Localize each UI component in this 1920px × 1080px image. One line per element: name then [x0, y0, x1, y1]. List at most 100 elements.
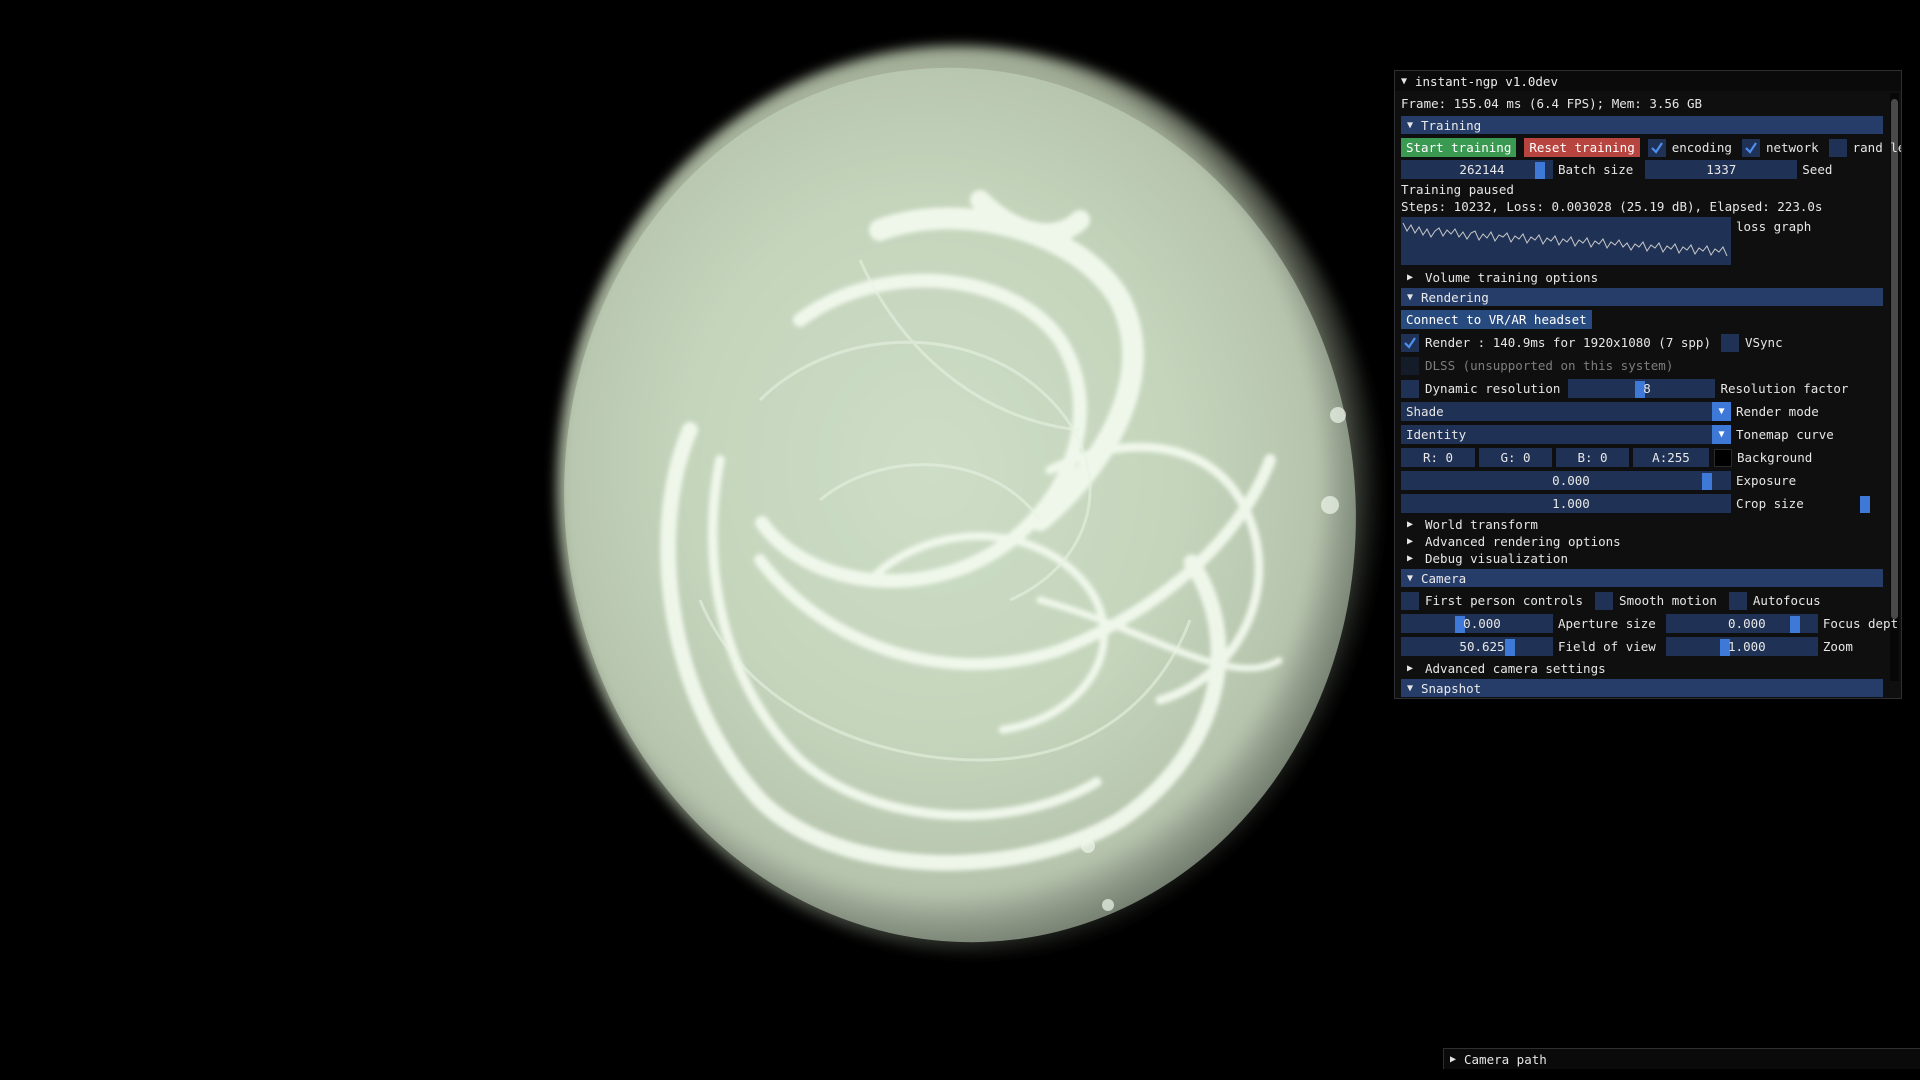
aperture-size-value: 0.000 [1463, 616, 1501, 631]
background-b-input[interactable]: B: 0 [1556, 448, 1629, 467]
zoom-label: Zoom [1822, 639, 1853, 654]
autofocus-checkbox[interactable] [1728, 591, 1747, 610]
background-g-input[interactable]: G: 0 [1479, 448, 1552, 467]
first-person-label: First person controls [1425, 593, 1584, 608]
aperture-size-slider[interactable]: 0.000 [1401, 614, 1553, 633]
check-icon [1745, 141, 1757, 154]
reset-training-button[interactable]: Reset training [1524, 138, 1640, 157]
collapsed-triangle-icon: ▶ [1407, 272, 1414, 283]
connect-vr-button[interactable]: Connect to VR/AR headset [1401, 310, 1592, 329]
debug-visualization-label: Debug visualization [1425, 551, 1568, 566]
volume-training-options-node[interactable]: ▶ Volume training options [1401, 269, 1598, 286]
start-training-button[interactable]: Start training [1401, 138, 1517, 157]
background-g-value: G: 0 [1500, 450, 1531, 465]
background-color-swatch[interactable] [1714, 448, 1732, 467]
training-header[interactable]: ▼ Training [1401, 116, 1883, 134]
camera-path-window[interactable]: ▶ Camera path [1443, 1048, 1920, 1069]
dropdown-arrow-icon[interactable]: ▼ [1712, 425, 1731, 444]
check-icon [1650, 141, 1663, 154]
resolution-factor-slider[interactable]: 8 [1568, 379, 1716, 398]
focus-depth-grab[interactable] [1790, 616, 1801, 633]
snapshot-header[interactable]: ▼ Snapshot [1401, 679, 1883, 697]
rendering-header[interactable]: ▼ Rendering [1401, 288, 1883, 306]
batch-size-input[interactable]: 262144 [1401, 160, 1553, 179]
collapsed-triangle-icon: ▶ [1407, 663, 1414, 674]
tonemap-curve-label: Tonemap curve [1736, 427, 1834, 442]
training-status: Training paused [1401, 182, 1514, 197]
crop-size-slider[interactable]: 1.000 [1401, 494, 1871, 513]
rand-levels-checkbox[interactable] [1828, 138, 1847, 157]
aperture-size-label: Aperture size [1558, 616, 1656, 631]
volume-render-orb [557, 45, 1383, 955]
loss-graph-line [1402, 222, 1728, 257]
smooth-motion-label: Smooth motion [1619, 593, 1717, 608]
tonemap-curve-combo[interactable]: Identity ▼ [1401, 425, 1731, 444]
vsync-checkbox[interactable] [1720, 333, 1739, 352]
collapse-triangle-icon[interactable]: ▼ [1401, 76, 1415, 87]
render-mode-value: Shade [1406, 404, 1444, 419]
field-of-view-slider[interactable]: 50.625 [1401, 637, 1553, 656]
batch-size-label: Batch size [1558, 162, 1634, 177]
check-icon [1404, 336, 1416, 349]
render-checkbox[interactable] [1401, 333, 1419, 352]
collapsed-triangle-icon[interactable]: ▶ [1450, 1054, 1464, 1065]
advanced-camera-label: Advanced camera settings [1425, 661, 1606, 676]
loss-graph-label: loss graph [1736, 219, 1812, 234]
exposure-grab[interactable] [1702, 473, 1713, 490]
expand-triangle-icon: ▼ [1407, 572, 1414, 584]
snapshot-header-label: Snapshot [1421, 680, 1482, 696]
zoom-value: 1.000 [1728, 639, 1766, 654]
expand-triangle-icon: ▼ [1407, 119, 1414, 131]
zoom-slider[interactable]: 1.000 [1665, 637, 1818, 656]
exposure-value: 0.000 [1552, 473, 1590, 488]
dynamic-resolution-checkbox[interactable] [1401, 379, 1419, 398]
autofocus-label: Autofocus [1752, 593, 1821, 608]
crop-size-grab[interactable] [1860, 496, 1871, 513]
world-transform-node[interactable]: ▶ World transform [1401, 516, 1538, 533]
smooth-motion-checkbox[interactable] [1595, 591, 1614, 610]
network-checkbox[interactable] [1741, 138, 1760, 157]
exposure-label: Exposure [1736, 473, 1797, 488]
batch-size-grab[interactable] [1535, 162, 1546, 179]
seed-label: Seed [1802, 162, 1833, 177]
rendering-header-label: Rendering [1421, 289, 1489, 305]
expand-triangle-icon: ▼ [1407, 291, 1414, 303]
advanced-camera-node[interactable]: ▶ Advanced camera settings [1401, 660, 1606, 677]
window-scrollbar[interactable] [1890, 93, 1899, 681]
rand-levels-label: rand leve [1852, 140, 1901, 155]
tonemap-curve-value: Identity [1406, 427, 1467, 442]
camera-header[interactable]: ▼ Camera [1401, 569, 1883, 587]
camera-path-label: Camera path [1464, 1051, 1547, 1067]
loss-graph [1401, 217, 1731, 265]
scrollbar-thumb[interactable] [1891, 99, 1898, 619]
background-b-value: B: 0 [1577, 450, 1608, 465]
focus-depth-value: 0.000 [1728, 616, 1766, 631]
focus-depth-slider[interactable]: 0.000 [1665, 614, 1818, 633]
debug-visualization-node[interactable]: ▶ Debug visualization [1401, 550, 1568, 567]
advanced-rendering-node[interactable]: ▶ Advanced rendering options [1401, 533, 1621, 550]
first-person-checkbox[interactable] [1401, 591, 1419, 610]
exposure-slider[interactable]: 0.000 [1401, 471, 1731, 490]
render-mode-combo[interactable]: Shade ▼ [1401, 402, 1731, 421]
background-a-value: A:255 [1652, 450, 1690, 465]
network-label: network [1765, 140, 1819, 155]
world-transform-label: World transform [1425, 517, 1538, 532]
background-a-input[interactable]: A:255 [1633, 448, 1709, 467]
background-r-input[interactable]: R: 0 [1401, 448, 1475, 467]
dlss-checkbox [1401, 356, 1419, 375]
seed-input[interactable]: 1337 [1645, 160, 1798, 179]
crop-size-value: 1.000 [1552, 496, 1590, 511]
field-of-view-grab[interactable] [1505, 639, 1516, 656]
collapsed-triangle-icon: ▶ [1407, 553, 1414, 564]
seed-value: 1337 [1706, 162, 1737, 177]
resolution-factor-value: 8 [1643, 381, 1651, 396]
dropdown-arrow-icon[interactable]: ▼ [1712, 402, 1731, 421]
encoding-checkbox[interactable] [1647, 138, 1666, 157]
dynamic-resolution-label: Dynamic resolution [1425, 381, 1561, 396]
collapsed-triangle-icon: ▶ [1407, 536, 1414, 547]
dlss-label: DLSS (unsupported on this system) [1425, 358, 1674, 373]
window-title: instant-ngp v1.0dev [1415, 73, 1558, 89]
render-mode-label: Render mode [1736, 404, 1819, 419]
window-titlebar[interactable]: ▼ instant-ngp v1.0dev [1395, 71, 1901, 91]
crop-size-label: Crop size [1736, 496, 1804, 511]
